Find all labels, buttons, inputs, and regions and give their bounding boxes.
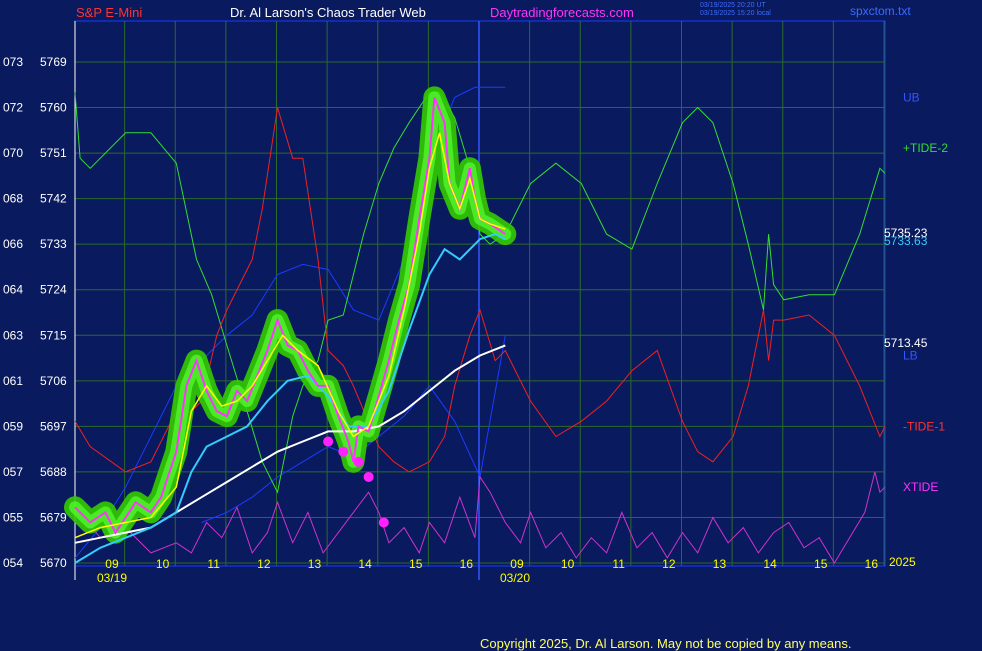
y-tick-label-left: 054 bbox=[3, 556, 23, 570]
x-tick-label: 15 bbox=[409, 557, 423, 571]
y-tick-label: 5697 bbox=[40, 419, 67, 433]
y-tick-label-left: 068 bbox=[3, 192, 23, 206]
x-tick-label: 13 bbox=[713, 557, 727, 571]
y-tick-label-left: 061 bbox=[3, 374, 23, 388]
series--tide-2 bbox=[74, 91, 886, 494]
y-tick-label: 5715 bbox=[40, 328, 67, 342]
right-label: -TIDE-1 bbox=[903, 419, 945, 433]
site-title: Dr. Al Larson's Chaos Trader Web bbox=[230, 5, 426, 20]
x-year-label: 2025 bbox=[889, 555, 916, 569]
x-tick-label: 16 bbox=[460, 557, 474, 571]
y-tick-label-left: 066 bbox=[3, 237, 23, 251]
x-tick-label: 14 bbox=[358, 557, 372, 571]
y-tick-label: 5769 bbox=[40, 55, 67, 69]
time-local: 03/19/2025 15:20 local bbox=[700, 10, 771, 17]
right-label: LB bbox=[903, 349, 918, 363]
y-tick-label: 5724 bbox=[40, 283, 67, 297]
y-tick-label-left: 055 bbox=[3, 510, 23, 524]
x-tick-label: 10 bbox=[156, 557, 170, 571]
site-url[interactable]: Daytradingforecasts.com bbox=[490, 5, 634, 20]
x-tick-label: 10 bbox=[561, 557, 575, 571]
y-tick-label-left: 070 bbox=[3, 146, 23, 160]
y-tick-label: 5688 bbox=[40, 465, 67, 479]
y-tick-label-left: 073 bbox=[3, 55, 23, 69]
x-tick-label: 09 bbox=[105, 557, 119, 571]
time-ut: 03/19/2025 20:20 UT bbox=[700, 2, 766, 9]
x-tick-label: 12 bbox=[662, 557, 676, 571]
y-tick-label-left: 057 bbox=[3, 465, 23, 479]
x-tick-label: 09 bbox=[510, 557, 524, 571]
y-tick-label: 5670 bbox=[40, 556, 67, 570]
right-label: XTIDE bbox=[903, 480, 938, 494]
x-date-label: 03/20 bbox=[500, 571, 530, 585]
y-tick-label: 5742 bbox=[40, 192, 67, 206]
y-tick-label: 5733 bbox=[40, 237, 67, 251]
right-label: 5733.63 bbox=[884, 234, 928, 248]
symbol-title: S&P E-Mini bbox=[76, 5, 143, 20]
x-tick-label: 11 bbox=[207, 557, 220, 571]
y-tick-label-left: 059 bbox=[3, 419, 23, 433]
x-tick-label: 11 bbox=[612, 557, 625, 571]
copyright: Copyright 2025, Dr. Al Larson. May not b… bbox=[480, 636, 852, 651]
x-tick-label: 15 bbox=[814, 557, 828, 571]
y-tick-label-left: 064 bbox=[3, 283, 23, 297]
marker-dot bbox=[338, 446, 349, 457]
marker-dot bbox=[363, 471, 374, 482]
y-tick-label: 5706 bbox=[40, 374, 67, 388]
x-tick-label: 12 bbox=[257, 557, 271, 571]
file-name: spxctom.txt bbox=[850, 4, 911, 18]
y-tick-label: 5751 bbox=[40, 146, 67, 160]
x-tick-label: 16 bbox=[865, 557, 879, 571]
price-glow bbox=[64, 86, 517, 544]
x-tick-label: 14 bbox=[763, 557, 777, 571]
marker-dot bbox=[323, 436, 334, 447]
y-tick-label-left: 072 bbox=[3, 101, 23, 115]
chart: 5670 054 5679 055 5688 057 5697 059 5706 061 5715 0… bbox=[3, 20, 948, 585]
marker-dot bbox=[378, 517, 389, 528]
x-date-label: 03/19 bbox=[97, 571, 127, 585]
right-label: UB bbox=[903, 90, 920, 104]
y-tick-label: 5760 bbox=[40, 101, 67, 115]
right-label: +TIDE-2 bbox=[903, 141, 948, 155]
marker-dot bbox=[353, 456, 364, 467]
plot-frame bbox=[74, 20, 886, 567]
x-tick-label: 13 bbox=[308, 557, 322, 571]
y-tick-label: 5679 bbox=[40, 510, 67, 524]
y-tick-label-left: 063 bbox=[3, 328, 23, 342]
